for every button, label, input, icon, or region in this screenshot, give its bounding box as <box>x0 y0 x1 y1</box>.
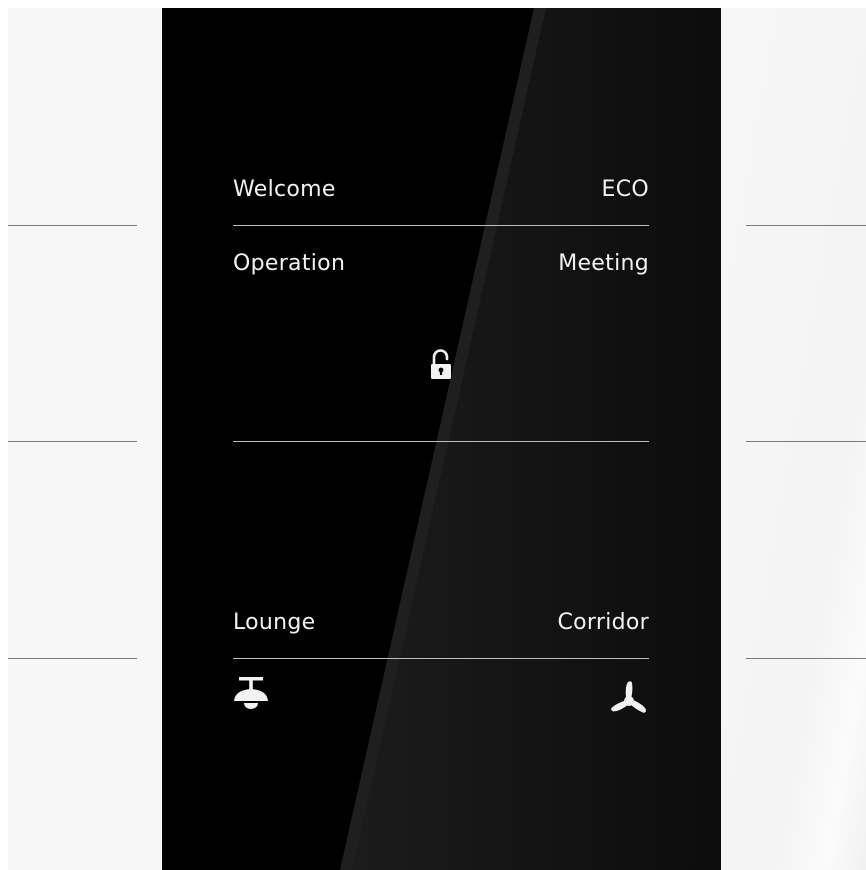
left-rocker-separator-1 <box>8 225 137 226</box>
welcome-scene-label[interactable]: Welcome <box>233 179 336 201</box>
right-wall-frame <box>721 8 866 870</box>
divider-row1 <box>233 225 649 226</box>
corridor-zone-label[interactable]: Corridor <box>557 612 649 634</box>
right-rocker-separator-3 <box>746 658 866 659</box>
left-wall-frame <box>8 8 162 870</box>
divider-row2 <box>233 441 649 442</box>
fan-icon[interactable] <box>609 680 649 720</box>
ceiling-lamp-icon[interactable] <box>231 674 271 714</box>
keypad-scene: Welcome ECO Operation Meeting Lounge Cor… <box>0 0 866 870</box>
right-rocker-separator-2 <box>746 441 866 442</box>
divider-row3 <box>233 658 649 659</box>
left-rocker-separator-2 <box>8 441 137 442</box>
operation-mode-label[interactable]: Operation <box>233 253 345 275</box>
lounge-zone-label[interactable]: Lounge <box>233 612 316 634</box>
meeting-mode-label[interactable]: Meeting <box>558 253 649 275</box>
left-rocker-separator-3 <box>8 658 137 659</box>
glass-control-panel: Welcome ECO Operation Meeting Lounge Cor… <box>162 8 721 870</box>
unlocked-padlock-icon[interactable] <box>429 348 453 382</box>
glass-reflection <box>340 8 721 870</box>
right-rocker-separator-1 <box>746 225 866 226</box>
eco-scene-label[interactable]: ECO <box>602 179 649 201</box>
